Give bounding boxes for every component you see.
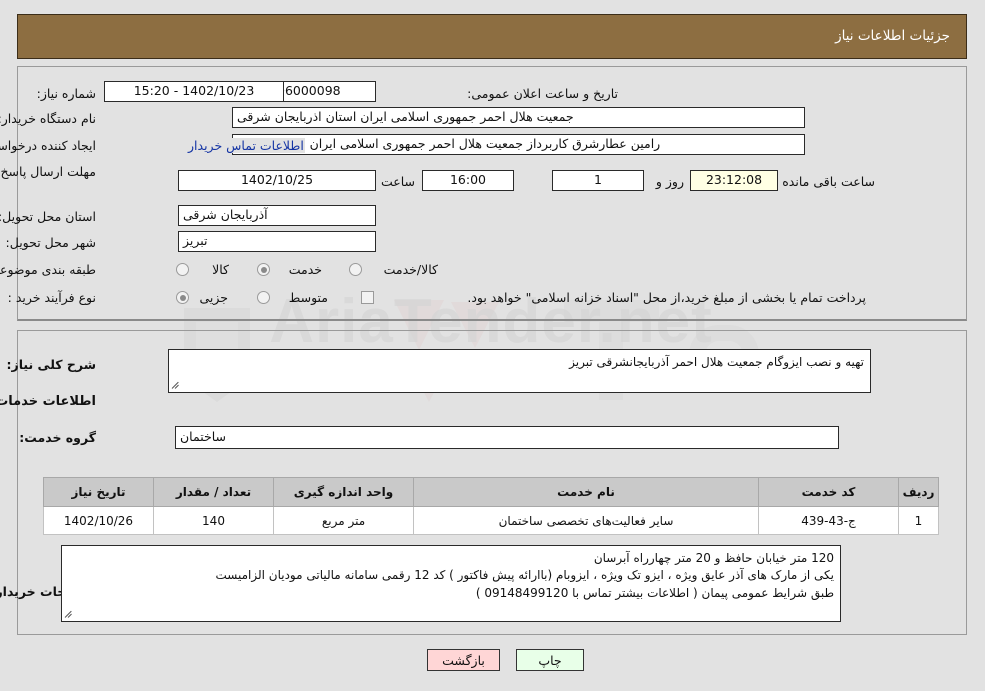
cell-quantity: 140 (154, 506, 275, 535)
delivery-city-label: شهر محل تحویل: (6, 235, 97, 250)
radio-process-medium[interactable] (258, 291, 271, 304)
radio-category-goods-service-label: کالا/خدمت (384, 262, 439, 277)
subject-category-label: طبقه بندی موضوعی: (0, 262, 97, 277)
delivery-province-value: آذربایجان شرقی (179, 205, 377, 226)
cell-row-no: 1 (899, 506, 940, 535)
cell-need-date: 1402/10/26 (44, 506, 155, 535)
buyer-notes-line-2: یکی از مارک های آذر عایق ویژه ، ایزو تک … (216, 568, 835, 583)
table-row: 1 ج-43-439 سایر فعالیت‌های تخصصی ساختمان… (44, 506, 940, 535)
col-service-name: نام خدمت (414, 477, 760, 507)
deadline-label: مهلت ارسال پاسخ: تا تاریخ: (0, 164, 97, 179)
general-description-value: تهیه و نصب ایزوگام جمعیت هلال احمر آذربا… (570, 355, 865, 369)
radio-category-goods-service[interactable] (350, 263, 363, 276)
deadline-hour-word: ساعت (381, 174, 416, 189)
islamic-treasury-note: پرداخت تمام یا بخشی از مبلغ خرید،از محل … (468, 290, 867, 305)
buyer-organization-label: نام دستگاه خریدار: (0, 111, 97, 126)
services-section-heading: اطلاعات خدمات مورد نیاز (0, 394, 97, 409)
resize-grip-icon[interactable] (173, 380, 183, 390)
need-number-label: شماره نیاز: (37, 86, 97, 101)
service-group-value: ساختمان (176, 426, 840, 449)
buyer-contact-link[interactable]: اطلاعات تماس خریدار (188, 138, 306, 153)
print-button[interactable]: چاپ (517, 649, 585, 671)
delivery-province-label: استان محل تحویل: (0, 209, 97, 224)
need-summary-panel (18, 66, 968, 321)
col-row-no: ردیف (899, 477, 940, 507)
deadline-time-value: 16:00 (423, 170, 515, 191)
page-header-bar: جزئیات اطلاعات نیاز (18, 14, 968, 59)
announce-datetime-label: تاریخ و ساعت اعلان عمومی: (468, 86, 619, 101)
col-need-date: تاریخ نیاز (44, 477, 155, 507)
radio-category-service-label: خدمت (289, 262, 323, 277)
services-table-wrapper: ردیف کد خدمت نام خدمت واحد اندازه گیری ت… (44, 477, 940, 535)
cell-unit: متر مربع (274, 506, 415, 535)
remaining-countdown-value: 23:12:08 (691, 170, 779, 191)
requester-value: رامین عطارشرق کاربرداز جمعیت هلال احمر ج… (233, 134, 806, 155)
general-description-label: شرح کلی نیاز: (7, 357, 97, 372)
cell-service-code: ج-43-439 (759, 506, 900, 535)
remaining-days-value: 1 (553, 170, 645, 191)
remaining-suffix-text: ساعت باقی مانده (783, 174, 876, 189)
col-unit: واحد اندازه گیری (274, 477, 415, 507)
radio-category-service[interactable] (258, 263, 271, 276)
page-title: جزئیات اطلاعات نیاز (836, 28, 951, 44)
radio-process-minor-label: جزیی (200, 290, 229, 305)
col-service-code: کد خدمت (759, 477, 900, 507)
col-quantity: تعداد / مقدار (154, 477, 275, 507)
checkbox-islamic-treasury[interactable] (362, 291, 375, 304)
buyer-organization-value: جمعیت هلال احمر جمهوری اسلامی ایران استا… (233, 107, 806, 128)
buyer-notes-line-1: 120 متر خیابان حافظ و 20 متر چهارراه آبر… (594, 551, 835, 565)
delivery-city-value: تبریز (179, 231, 377, 252)
radio-category-goods[interactable] (177, 263, 190, 276)
back-button[interactable]: بازگشت (428, 649, 501, 671)
days-and-word: روز و (656, 174, 685, 189)
requester-label: ایجاد کننده درخواست: (0, 138, 97, 153)
resize-grip-icon[interactable] (66, 609, 76, 619)
table-header-row: ردیف کد خدمت نام خدمت واحد اندازه گیری ت… (44, 477, 940, 507)
purchase-process-label: نوع فرآیند خرید : (8, 290, 97, 305)
radio-process-medium-label: متوسط (289, 290, 329, 305)
cell-service-name: سایر فعالیت‌های تخصصی ساختمان (414, 506, 760, 535)
buyer-notes-line-3: طبق شرایط عمومی پیمان ( اطلاعات بیشتر تم… (476, 585, 835, 600)
buyer-notes-textarea[interactable]: 120 متر خیابان حافظ و 20 متر چهارراه آبر… (62, 545, 842, 622)
deadline-date-value: 1402/10/25 (179, 170, 377, 191)
services-table: ردیف کد خدمت نام خدمت واحد اندازه گیری ت… (44, 477, 940, 535)
deadline-label-text: مهلت ارسال پاسخ: تا تاریخ: (0, 164, 97, 179)
announce-datetime-value: 1402/10/23 - 15:20 (105, 81, 285, 102)
radio-category-goods-label: کالا (213, 262, 230, 277)
radio-process-minor[interactable] (177, 291, 190, 304)
service-group-label: گروه خدمت: (20, 430, 97, 445)
general-description-textarea[interactable]: تهیه و نصب ایزوگام جمعیت هلال احمر آذربا… (169, 349, 872, 393)
